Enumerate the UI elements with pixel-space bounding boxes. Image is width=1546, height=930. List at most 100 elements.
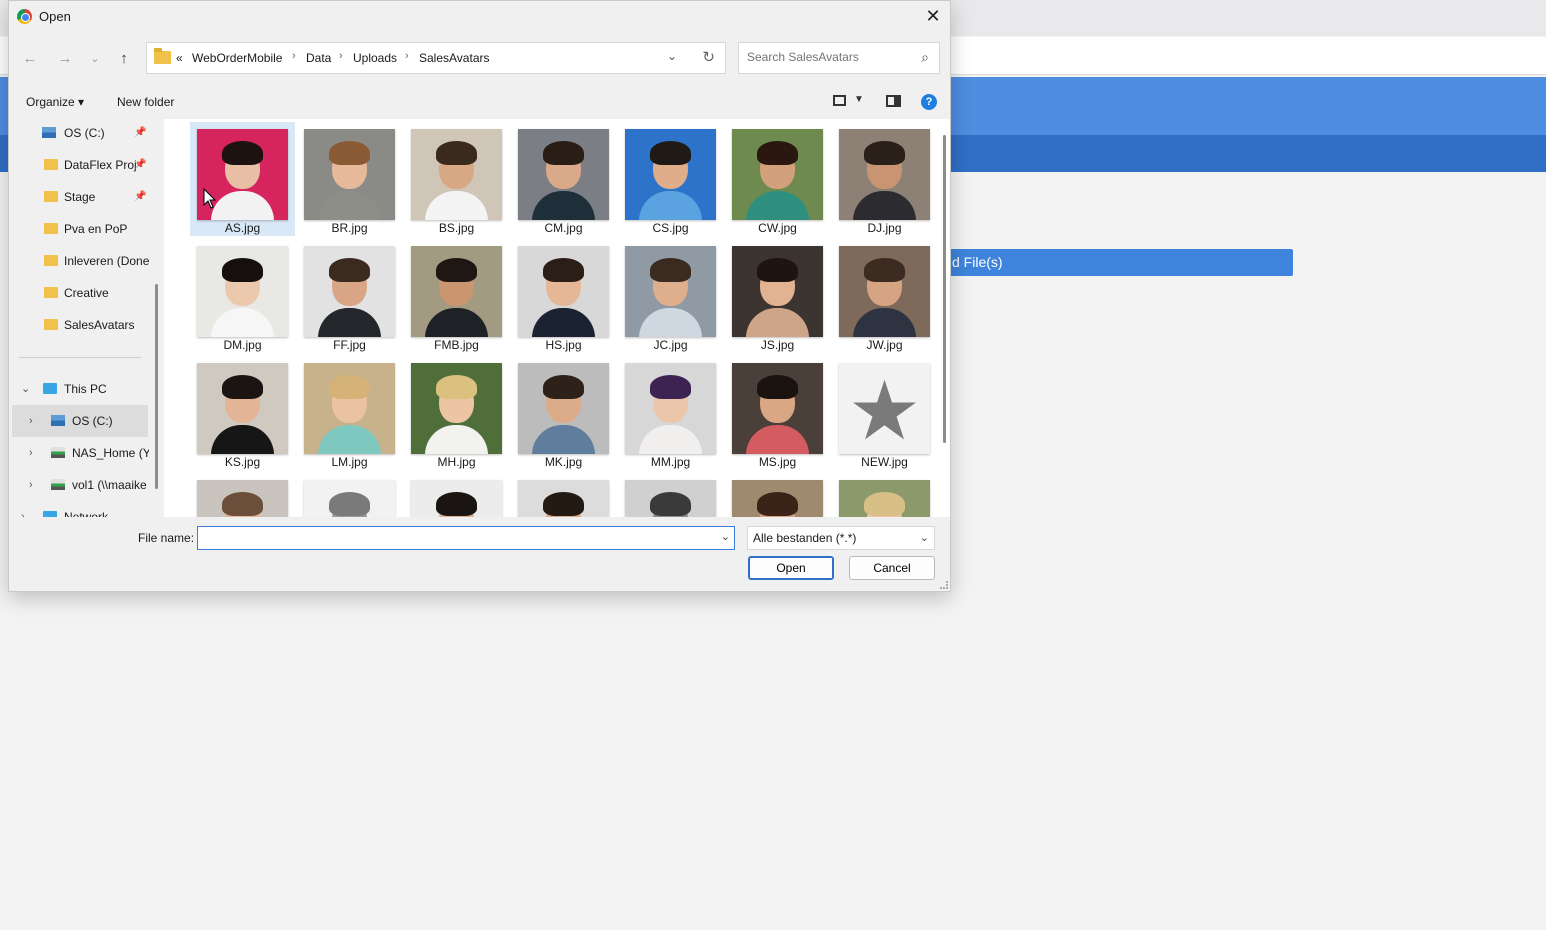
up-arrow-icon[interactable]: ↑ bbox=[113, 48, 135, 70]
chevron-down-icon[interactable]: ⌄ bbox=[920, 527, 929, 549]
file-tile[interactable]: BS.jpg bbox=[404, 122, 509, 236]
sidebar-item-os-c[interactable]: OS (C:) 📌 bbox=[9, 119, 149, 149]
breadcrumb-item[interactable]: WebOrderMobile bbox=[192, 51, 282, 65]
organize-menu-button[interactable]: Organize ▾ bbox=[26, 95, 84, 109]
resize-grip-icon[interactable] bbox=[940, 581, 948, 589]
tree-item-nas-home[interactable]: › NAS_Home (Y bbox=[9, 437, 149, 469]
chevron-right-icon[interactable]: › bbox=[21, 501, 25, 517]
file-tile[interactable]: BR.jpg bbox=[297, 122, 402, 236]
file-tile[interactable]: FF.jpg bbox=[297, 239, 402, 353]
sidebar-item-inleveren[interactable]: Inleveren (Done bbox=[9, 245, 149, 277]
search-input[interactable] bbox=[747, 50, 907, 64]
file-list-scrollbar[interactable] bbox=[943, 135, 946, 443]
pin-icon[interactable]: 📌 bbox=[134, 181, 146, 213]
dialog-footer: File name: ⌄ Alle bestanden (*.*) ⌄ Open… bbox=[9, 519, 950, 591]
file-tile[interactable] bbox=[297, 473, 402, 517]
chevron-right-icon[interactable]: › bbox=[29, 405, 33, 437]
file-name-label: DJ.jpg bbox=[867, 221, 902, 235]
file-tile[interactable]: HS.jpg bbox=[511, 239, 616, 353]
file-tile[interactable]: MS.jpg bbox=[725, 356, 830, 470]
file-tile[interactable]: CW.jpg bbox=[725, 122, 830, 236]
close-icon[interactable]: ✕ bbox=[922, 5, 944, 27]
sidebar-item-label: SalesAvatars bbox=[64, 318, 135, 332]
recent-locations-chevron-icon[interactable]: ⌄ bbox=[84, 48, 106, 70]
file-tile[interactable] bbox=[618, 473, 723, 517]
upload-files-button[interactable]: d File(s) bbox=[900, 249, 1293, 276]
file-tile[interactable] bbox=[511, 473, 616, 517]
chevron-right-icon[interactable]: › bbox=[29, 469, 33, 501]
file-tile[interactable]: FMB.jpg bbox=[404, 239, 509, 353]
pin-icon[interactable]: 📌 bbox=[134, 149, 146, 181]
file-tile[interactable] bbox=[404, 473, 509, 517]
tree-item-os-c[interactable]: › OS (C:) bbox=[12, 405, 148, 437]
breadcrumb-item[interactable]: Data bbox=[306, 51, 331, 65]
network-icon bbox=[43, 511, 57, 517]
file-name-label: File name: bbox=[138, 531, 195, 545]
sidebar-scrollbar[interactable] bbox=[155, 284, 158, 489]
tree-item-vol1[interactable]: › vol1 (\\maaike bbox=[9, 469, 149, 501]
breadcrumb[interactable]: « WebOrderMobile › Data › Uploads › Sale… bbox=[146, 42, 726, 74]
file-tile[interactable]: DM.jpg bbox=[190, 239, 295, 353]
forward-arrow-icon[interactable]: → bbox=[54, 48, 76, 70]
file-tile[interactable]: LM.jpg bbox=[297, 356, 402, 470]
change-view-icon[interactable] bbox=[833, 95, 846, 106]
file-tile[interactable]: CS.jpg bbox=[618, 122, 723, 236]
breadcrumb-separator-icon[interactable]: › bbox=[405, 50, 409, 62]
photo-thumbnail bbox=[518, 480, 609, 517]
file-tile[interactable] bbox=[725, 473, 830, 517]
breadcrumb-item[interactable]: SalesAvatars bbox=[419, 51, 489, 65]
photo-thumbnail bbox=[304, 480, 395, 517]
breadcrumb-separator-icon[interactable]: › bbox=[339, 50, 343, 62]
file-name-field[interactable]: ⌄ bbox=[197, 526, 735, 550]
tree-item-network[interactable]: › Network bbox=[9, 501, 149, 517]
new-folder-button[interactable]: New folder bbox=[117, 95, 174, 109]
breadcrumb-overflow[interactable]: « bbox=[176, 51, 183, 65]
pin-icon[interactable]: 📌 bbox=[134, 119, 146, 149]
photo-thumbnail bbox=[304, 363, 395, 454]
file-tile[interactable]: MH.jpg bbox=[404, 356, 509, 470]
file-tile[interactable]: DJ.jpg bbox=[832, 122, 937, 236]
file-tile[interactable]: JC.jpg bbox=[618, 239, 723, 353]
file-tile[interactable] bbox=[190, 473, 295, 517]
file-type-select[interactable]: Alle bestanden (*.*) ⌄ bbox=[747, 526, 935, 550]
sidebar-item-salesavatars[interactable]: SalesAvatars bbox=[9, 309, 149, 341]
address-history-chevron-icon[interactable]: ⌄ bbox=[667, 49, 677, 63]
file-tile[interactable]: JW.jpg bbox=[832, 239, 937, 353]
file-tile[interactable]: CM.jpg bbox=[511, 122, 616, 236]
file-name-label: MK.jpg bbox=[544, 455, 583, 469]
chevron-right-icon[interactable]: › bbox=[29, 437, 33, 469]
breadcrumb-item[interactable]: Uploads bbox=[353, 51, 397, 65]
chevron-down-icon[interactable]: ⌄ bbox=[721, 530, 730, 543]
chevron-down-icon[interactable]: ⌄ bbox=[21, 373, 30, 405]
photo-thumbnail bbox=[625, 129, 716, 220]
file-tile[interactable]: AS.jpg bbox=[190, 122, 295, 236]
file-name-label: MH.jpg bbox=[437, 455, 476, 469]
file-tile[interactable]: MK.jpg bbox=[511, 356, 616, 470]
search-box[interactable]: ⌕ bbox=[738, 42, 940, 74]
refresh-icon[interactable]: ↻ bbox=[702, 48, 715, 66]
view-options-chevron-icon[interactable]: ▼ bbox=[854, 94, 864, 105]
back-arrow-icon[interactable]: ← bbox=[19, 48, 41, 70]
file-tile[interactable] bbox=[832, 473, 937, 517]
photo-thumbnail bbox=[197, 480, 288, 517]
file-tile[interactable]: KS.jpg bbox=[190, 356, 295, 470]
file-name-label: JS.jpg bbox=[760, 338, 795, 352]
file-tile[interactable]: ★ NEW.jpg bbox=[832, 356, 937, 470]
breadcrumb-separator-icon[interactable]: › bbox=[292, 50, 296, 62]
photo-thumbnail bbox=[732, 246, 823, 337]
sidebar-item-pva[interactable]: Pva en PoP bbox=[9, 213, 149, 245]
help-icon[interactable]: ? bbox=[921, 94, 937, 110]
navigation-bar: ← → ⌄ ↑ « WebOrderMobile › Data › Upload… bbox=[9, 39, 950, 79]
file-tile[interactable]: JS.jpg bbox=[725, 239, 830, 353]
sidebar-item-creative[interactable]: Creative bbox=[9, 277, 149, 309]
open-button[interactable]: Open bbox=[748, 556, 834, 580]
tree-item-this-pc[interactable]: ⌄ This PC bbox=[9, 373, 149, 405]
sidebar-item-stage[interactable]: Stage 📌 bbox=[9, 181, 149, 213]
preview-pane-icon[interactable] bbox=[886, 95, 901, 107]
file-name-input[interactable] bbox=[203, 531, 703, 545]
file-tile[interactable]: MM.jpg bbox=[618, 356, 723, 470]
cancel-button[interactable]: Cancel bbox=[849, 556, 935, 580]
sidebar-item-dataflex[interactable]: DataFlex Proj 📌 bbox=[9, 149, 149, 181]
sidebar-item-label: Stage bbox=[64, 190, 96, 204]
search-icon[interactable]: ⌕ bbox=[921, 49, 929, 66]
